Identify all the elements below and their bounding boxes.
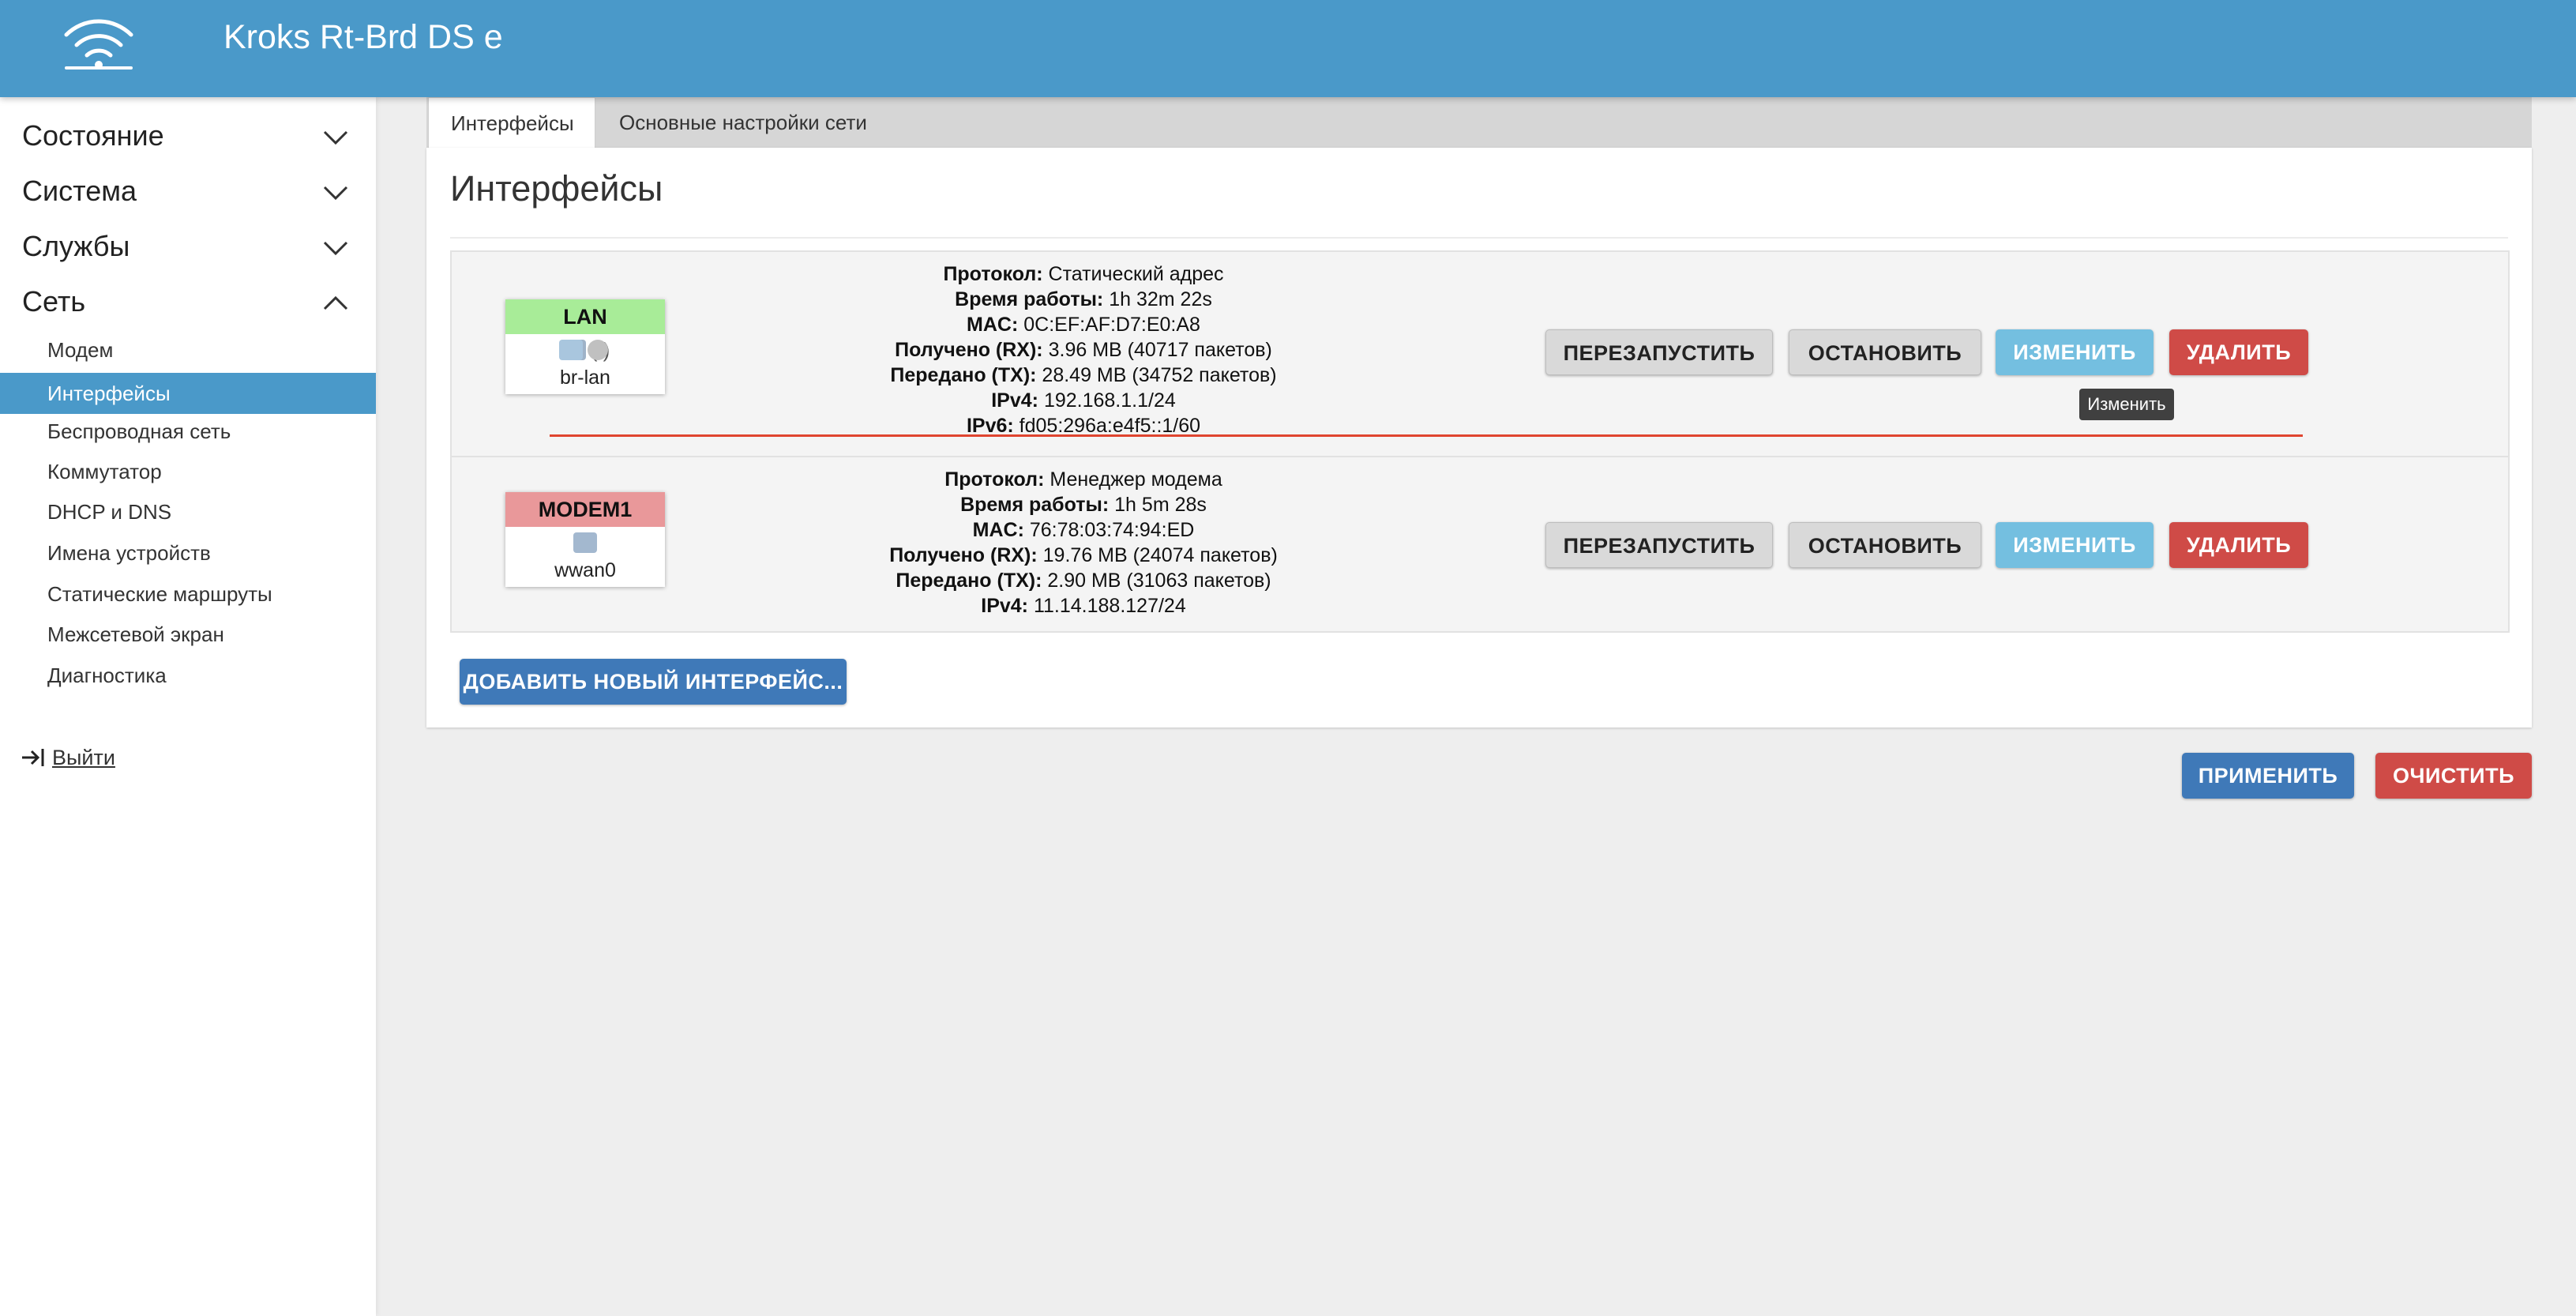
- restart-button[interactable]: ПЕРЕЗАПУСТИТЬ: [1545, 329, 1773, 375]
- interface-name: LAN: [505, 299, 665, 334]
- info-line: Получено (RX): 19.76 MB (24074 пакетов): [889, 544, 1278, 566]
- modem-icon: [573, 532, 597, 553]
- sidebar-item-interfaces[interactable]: Интерфейсы: [0, 373, 376, 414]
- interfaces-table: LAN ( ) br-lan Протокол: Статический адр…: [450, 250, 2510, 633]
- chevron-up-icon[interactable]: [320, 294, 351, 313]
- sidebar-section-status[interactable]: Состояние: [22, 118, 164, 153]
- sidebar-section-system[interactable]: Система: [22, 174, 137, 209]
- sidebar-item-modem[interactable]: Модем: [47, 336, 113, 364]
- interface-badge-lan[interactable]: LAN ( ) br-lan: [505, 299, 665, 394]
- interface-name: MODEM1: [505, 492, 665, 527]
- interface-device-icons: [505, 527, 665, 558]
- chevron-down-icon[interactable]: [320, 239, 351, 258]
- sidebar-section-network[interactable]: Сеть: [22, 284, 85, 319]
- info-line: Получено (RX): 3.96 MB (40717 пакетов): [895, 339, 1272, 361]
- sidebar-item-static-routes[interactable]: Статические маршруты: [47, 580, 272, 608]
- sidebar-item-firewall[interactable]: Межсетевой экран: [47, 620, 224, 649]
- sidebar-item-wireless[interactable]: Беспроводная сеть: [47, 417, 231, 446]
- logout-icon: [22, 749, 44, 766]
- interfaces-panel: Интерфейсы LAN ( ) br-lan Протокол: Стат…: [426, 148, 2532, 728]
- header-bar: Kroks Rt-Brd DS e: [0, 0, 2576, 97]
- reset-button[interactable]: ОЧИСТИТЬ: [2375, 753, 2532, 799]
- info-line: Передано (TX): 28.49 MB (34752 пакетов): [890, 364, 1277, 386]
- info-line: MAC: 0C:EF:AF:D7:E0:A8: [967, 314, 1200, 336]
- table-row: MODEM1 wwan0 Протокол: Менеджер модема В…: [452, 456, 2508, 631]
- sidebar-item-switch[interactable]: Коммутатор: [47, 457, 162, 486]
- delete-button[interactable]: УДАЛИТЬ: [2169, 329, 2308, 375]
- sidebar-item-hostnames[interactable]: Имена устройств: [47, 539, 211, 567]
- page-title: Интерфейсы: [450, 168, 663, 209]
- interface-info: Протокол: Статический адрес Время работы…: [768, 261, 1399, 438]
- interface-device: br-lan: [560, 367, 610, 389]
- sidebar-section-services[interactable]: Службы: [22, 229, 130, 264]
- interface-device-icons: ( ): [505, 334, 665, 366]
- logout-link[interactable]: Выйти: [21, 742, 115, 773]
- table-row: LAN ( ) br-lan Протокол: Статический адр…: [452, 252, 2508, 454]
- tab-interfaces[interactable]: Интерфейсы: [428, 97, 595, 148]
- sidebar-item-dhcp-dns[interactable]: DHCP и DNS: [47, 498, 171, 526]
- wifi-icon[interactable]: [55, 14, 142, 76]
- edit-tooltip: Изменить: [2079, 389, 2174, 420]
- interface-info: Протокол: Менеджер модема Время работы: …: [768, 467, 1399, 619]
- stop-button[interactable]: ОСТАНОВИТЬ: [1789, 522, 1981, 568]
- edit-button[interactable]: ИЗМЕНИТЬ: [1996, 329, 2154, 375]
- info-line: Протокол: Статический адрес: [943, 263, 1224, 285]
- interface-device: wwan0: [554, 559, 616, 581]
- row-highlight-line: [550, 434, 2303, 437]
- logout-label: Выйти: [52, 745, 115, 769]
- info-line: IPv4: 11.14.188.127/24: [981, 595, 1186, 617]
- interface-badge-modem1[interactable]: MODEM1 wwan0: [505, 492, 665, 587]
- add-interface-button[interactable]: ДОБАВИТЬ НОВЫЙ ИНТЕРФЕЙС...: [460, 659, 847, 705]
- info-line: IPv4: 192.168.1.1/24: [991, 389, 1176, 412]
- tab-network-settings[interactable]: Основные настройки сети: [619, 97, 935, 148]
- apply-button[interactable]: ПРИМЕНИТЬ: [2182, 753, 2354, 799]
- sidebar-item-label: Интерфейсы: [47, 382, 171, 405]
- restart-button[interactable]: ПЕРЕЗАПУСТИТЬ: [1545, 522, 1773, 568]
- tab-bar: Интерфейсы Основные настройки сети: [426, 97, 2532, 148]
- chevron-down-icon[interactable]: [320, 128, 351, 147]
- info-line: Протокол: Менеджер модема: [944, 468, 1222, 491]
- switch-icon: [559, 340, 584, 360]
- device-brand-title: Kroks Rt-Brd DS e: [223, 18, 503, 56]
- delete-button[interactable]: УДАЛИТЬ: [2169, 522, 2308, 568]
- info-line: MAC: 76:78:03:74:94:ED: [972, 519, 1195, 541]
- info-line: Время работы: 1h 32m 22s: [955, 288, 1212, 310]
- info-line: Время работы: 1h 5m 28s: [960, 494, 1207, 516]
- sidebar-item-diagnostics[interactable]: Диагностика: [47, 661, 167, 690]
- edit-button[interactable]: ИЗМЕНИТЬ: [1996, 522, 2154, 568]
- stop-button[interactable]: ОСТАНОВИТЬ: [1789, 329, 1981, 375]
- info-line: Передано (TX): 2.90 MB (31063 пакетов): [896, 570, 1271, 592]
- chevron-down-icon[interactable]: [320, 183, 351, 202]
- divider: [450, 237, 2508, 239]
- sidebar: Состояние Система Службы Сеть Модем Инте…: [0, 97, 376, 1316]
